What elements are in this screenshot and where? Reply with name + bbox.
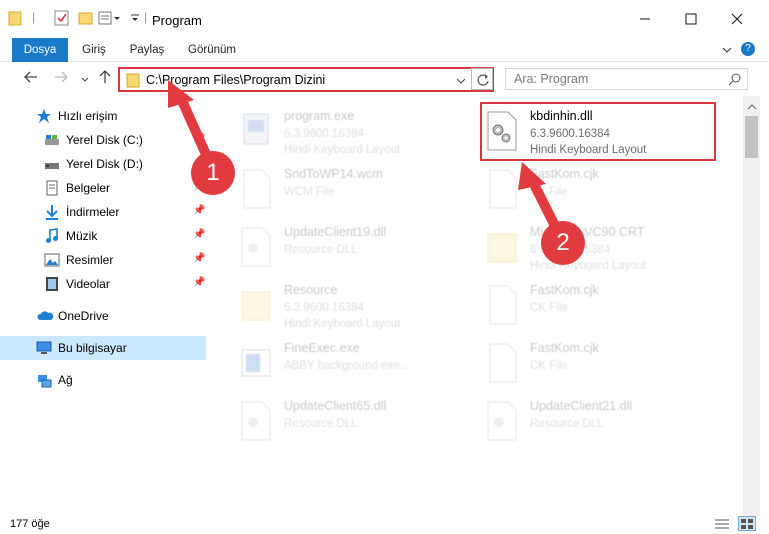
details-view-icon[interactable] [714, 517, 730, 534]
step-badge-1: 1 [191, 151, 235, 195]
computer-icon [36, 340, 52, 356]
sidebar-item-downloads[interactable]: İndirmeler 📌 [0, 200, 206, 224]
tiles-view-icon[interactable] [738, 516, 756, 531]
list-item[interactable]: FineExec.exe ABBY background exe... [238, 336, 478, 390]
sidebar-item-music[interactable]: Müzik 📌 [0, 224, 206, 248]
pin-icon[interactable]: 📌 [193, 253, 205, 264]
sidebar-item-documents[interactable]: Belgeler 📌 [0, 176, 206, 200]
highlight-box [480, 102, 716, 161]
folder-icon [126, 72, 140, 91]
scrollbar-thumb[interactable] [745, 116, 758, 158]
chevron-down-icon[interactable] [130, 10, 140, 28]
pin-icon[interactable]: 📌 [193, 277, 205, 288]
up-button[interactable] [98, 70, 112, 88]
sidebar-item-this-pc[interactable]: Bu bilgisayar [0, 336, 206, 360]
back-button[interactable] [24, 70, 38, 88]
help-icon[interactable]: ? [741, 42, 755, 56]
music-icon [44, 228, 60, 244]
list-item[interactable]: FastKom.cjk CK File [484, 278, 724, 332]
dll-gear-icon [238, 400, 274, 442]
title-bar: | | Program [0, 0, 769, 38]
new-folder-icon[interactable] [78, 10, 94, 28]
pin-icon[interactable]: 📌 [193, 133, 205, 144]
step-badge-2: 2 [541, 221, 585, 265]
application-icon [238, 110, 274, 152]
sidebar-item-network[interactable]: Ağ [0, 368, 206, 392]
documents-icon [44, 180, 60, 196]
file-icon [484, 168, 520, 210]
sidebar-item-pictures[interactable]: Resimler 📌 [0, 248, 206, 272]
address-bar[interactable]: C:\Program Files\Program Dizini [118, 67, 494, 92]
list-item[interactable]: Microsoft.VC90.CRT 6.3.9600.16384Hindi K… [484, 220, 724, 274]
file-icon [484, 284, 520, 326]
sidebar-item-local-disk-c[interactable]: Yerel Disk (C:) 📌 [0, 128, 206, 152]
folder-icon [238, 284, 274, 326]
minimize-button[interactable] [622, 0, 668, 38]
divider: | [144, 10, 148, 24]
tab-home[interactable]: Giriş [74, 38, 114, 62]
navigation-pane: Hızlı erişim Yerel Disk (C:) 📌 Yerel Dis… [0, 96, 208, 516]
folder-icon [8, 10, 22, 28]
network-icon [36, 372, 52, 388]
chevron-down-icon[interactable] [456, 75, 466, 89]
vertical-scrollbar[interactable] [743, 96, 760, 516]
properties-icon[interactable] [54, 10, 70, 28]
list-item[interactable]: UpdateClient19.dll Resource DLL [238, 220, 478, 274]
list-item[interactable]: UpdateClient65.dll Resource DLL [238, 394, 478, 448]
sidebar-item-local-disk-d[interactable]: Yerel Disk (D:) 📌 [0, 152, 206, 176]
download-icon [44, 204, 60, 220]
list-item[interactable]: FastKom.cjk CK File [484, 162, 724, 216]
customize-quick-access-icon[interactable] [98, 10, 122, 28]
drive-icon [44, 132, 60, 148]
star-icon [36, 108, 52, 124]
cloud-icon [36, 308, 54, 324]
folder-icon [484, 226, 520, 268]
chevron-down-icon[interactable] [720, 43, 734, 60]
list-item[interactable]: FastKom.cjk CK File [484, 336, 724, 390]
pin-icon[interactable]: 📌 [193, 229, 205, 240]
dll-gear-icon [484, 400, 520, 442]
sidebar-item-quick-access[interactable]: Hızlı erişim [0, 104, 206, 128]
list-item[interactable]: SndToWP14.wcm WCM File [238, 162, 478, 216]
file-icon [238, 168, 274, 210]
pictures-icon [44, 252, 60, 268]
sidebar-item-videos[interactable]: Videolar 📌 [0, 272, 206, 296]
tab-file[interactable]: Dosya [12, 38, 68, 62]
close-button[interactable] [714, 0, 760, 38]
list-item[interactable]: UpdateClient21.dll Resource DLL [484, 394, 724, 448]
list-item[interactable]: program.exe 6.3.9600.16384 Hindi Keyboard… [238, 104, 478, 158]
search-icon[interactable] [728, 72, 742, 89]
window-title: Program [152, 13, 202, 28]
list-item[interactable]: Resource 6.3.9600.16384 Hindi Keyboard La… [238, 278, 478, 332]
status-bar: 177 öğe [0, 516, 769, 532]
search-input[interactable]: Ara: Program [514, 72, 588, 86]
refresh-button[interactable] [471, 68, 493, 90]
application-icon [238, 342, 274, 384]
tab-view[interactable]: Görünüm [182, 38, 242, 62]
divider: | [32, 10, 36, 24]
forward-button[interactable] [54, 70, 68, 88]
tab-share[interactable]: Paylaş [124, 38, 170, 62]
pin-icon[interactable]: 📌 [193, 205, 205, 216]
navigation-bar: C:\Program Files\Program Dizini Ara: Pro… [0, 62, 769, 96]
search-box[interactable]: Ara: Program [505, 68, 748, 90]
recent-locations-button[interactable] [80, 72, 90, 89]
address-path[interactable]: C:\Program Files\Program Dizini [146, 73, 325, 87]
maximize-button[interactable] [668, 0, 714, 38]
dll-gear-icon [238, 226, 274, 268]
videos-icon [44, 276, 60, 292]
item-count: 177 öğe [10, 518, 50, 530]
scroll-up-icon[interactable] [747, 100, 757, 114]
sidebar-item-onedrive[interactable]: OneDrive [0, 304, 206, 328]
ribbon-tabs: Dosya Giriş Paylaş Görünüm ? [0, 38, 769, 62]
drive-icon [44, 156, 60, 172]
file-icon [484, 342, 520, 384]
